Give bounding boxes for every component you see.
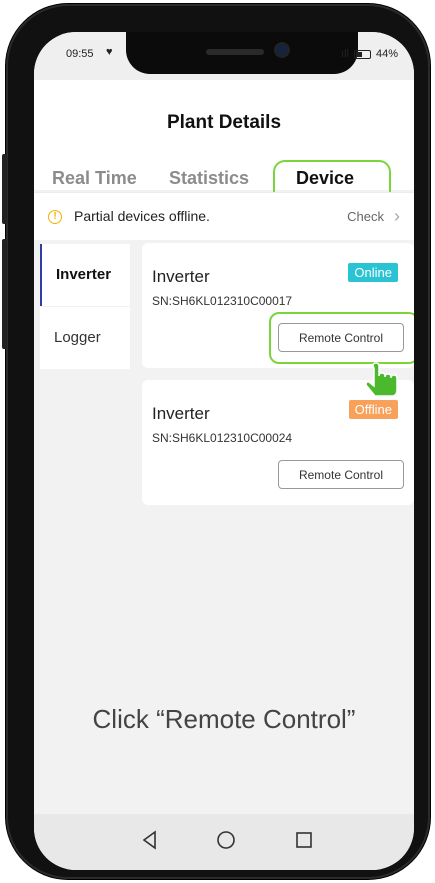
battery-level: 44% bbox=[375, 48, 398, 60]
status-badge: Offline bbox=[348, 400, 398, 419]
remote-control-highlight bbox=[269, 312, 414, 364]
heart-icon: ♥ bbox=[106, 46, 113, 58]
battery-icon bbox=[353, 49, 371, 59]
front-camera-icon bbox=[276, 44, 288, 56]
volume-button bbox=[2, 239, 7, 349]
back-icon[interactable] bbox=[136, 826, 164, 854]
page-header: Plant Details Real Time Statistics Devic… bbox=[34, 80, 414, 208]
offline-alert[interactable]: ! Partial devices offline. Check › bbox=[34, 192, 414, 240]
speaker-grille bbox=[206, 49, 264, 55]
phone-frame: 09:55 ♥ ıll 44% Plant Details Real Time … bbox=[2, 4, 430, 879]
remote-control-button[interactable]: Remote Control bbox=[278, 460, 404, 489]
status-badge: Online bbox=[348, 263, 398, 282]
home-icon[interactable] bbox=[212, 826, 240, 854]
pointer-hand-icon bbox=[365, 362, 398, 397]
instruction-text: Click “Remote Control” bbox=[92, 704, 356, 734]
tab-statistics[interactable]: Statistics bbox=[169, 168, 249, 189]
power-button bbox=[2, 154, 7, 224]
sidebar-item-logger[interactable]: Logger bbox=[40, 307, 130, 369]
tab-real-time[interactable]: Real Time bbox=[52, 168, 137, 189]
signal-icon: ıll bbox=[341, 48, 349, 60]
status-time: 09:55 bbox=[66, 48, 94, 60]
warning-icon: ! bbox=[48, 210, 62, 224]
page-title: Plant Details bbox=[166, 112, 282, 133]
system-nav-bar bbox=[34, 814, 414, 870]
sidebar-item-inverter[interactable]: Inverter bbox=[40, 244, 130, 306]
device-name: Inverter bbox=[152, 404, 210, 423]
status-indicators: ıll 44% bbox=[341, 48, 398, 60]
device-name: Inverter bbox=[152, 267, 210, 286]
sidebar-item-label: Logger bbox=[54, 329, 101, 346]
status-bar: 09:55 ♥ ıll 44% bbox=[34, 32, 414, 80]
device-serial: SN:SH6KL012310C00024 bbox=[152, 431, 293, 445]
camera-notch bbox=[126, 32, 358, 74]
screen: 09:55 ♥ ıll 44% Plant Details Real Time … bbox=[34, 32, 414, 870]
recent-apps-icon[interactable] bbox=[290, 826, 318, 854]
device-serial: SN:SH6KL012310C00017 bbox=[152, 294, 293, 308]
check-link[interactable]: Check bbox=[347, 209, 384, 224]
chevron-right-icon: › bbox=[394, 206, 400, 226]
sidebar-item-label: Inverter bbox=[56, 266, 112, 283]
alert-text: Partial devices offline. bbox=[74, 208, 210, 224]
